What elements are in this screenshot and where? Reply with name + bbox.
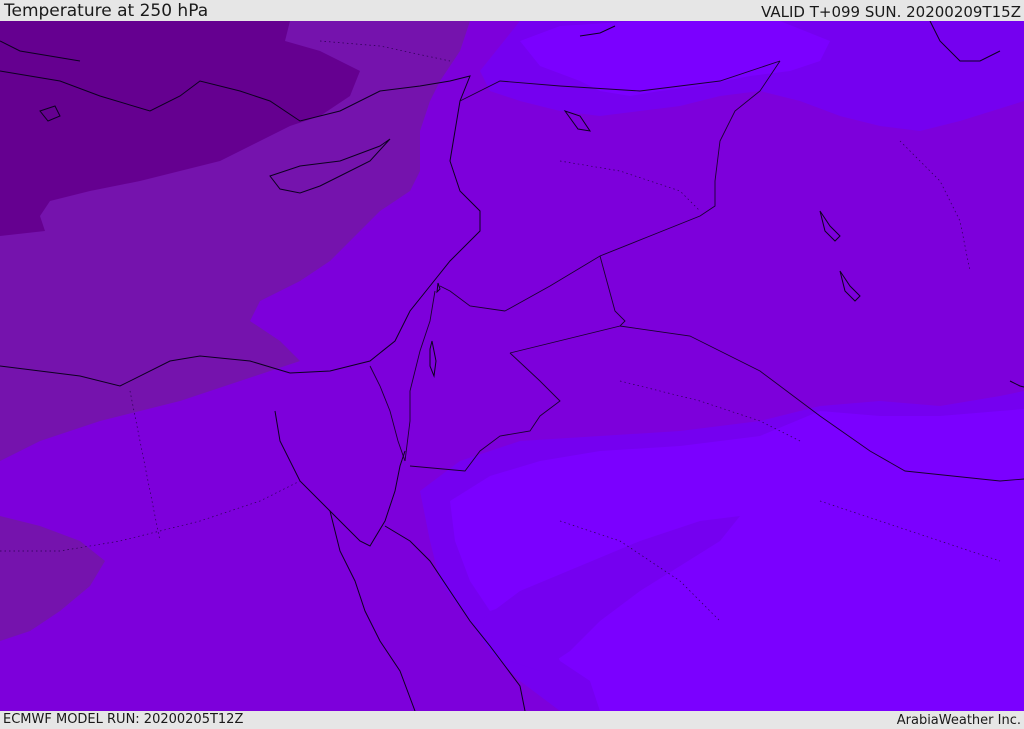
footer-bar: ECMWF MODEL RUN: 20200205T12Z ArabiaWeat… <box>0 711 1024 729</box>
model-run-label: ECMWF MODEL RUN: 20200205T12Z <box>3 712 244 727</box>
map-title: Temperature at 250 hPa <box>4 1 209 21</box>
valid-time-label: VALID T+099 SUN. 20200209T15Z <box>761 3 1021 21</box>
header-bar: Temperature at 250 hPa VALID T+099 SUN. … <box>0 0 1024 21</box>
credit-label: ArabiaWeather Inc. <box>896 713 1021 728</box>
temperature-map <box>0 21 1024 711</box>
map-canvas[interactable] <box>0 21 1024 711</box>
